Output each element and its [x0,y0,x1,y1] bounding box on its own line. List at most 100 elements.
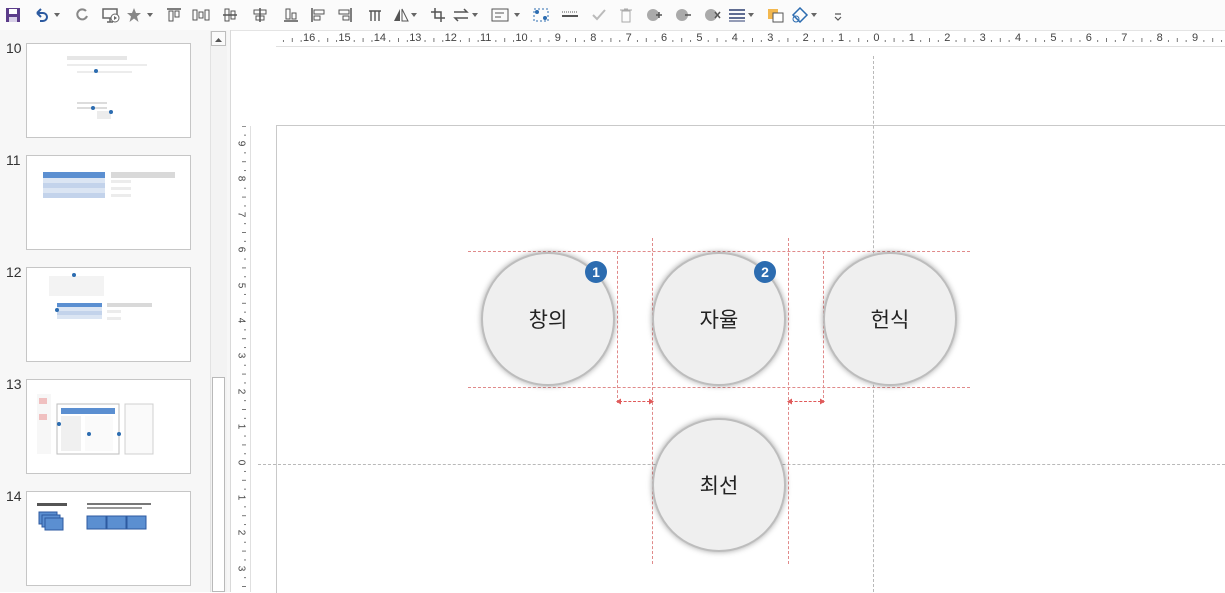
redo-icon[interactable] [72,5,92,25]
circle-shape[interactable]: 헌식 [823,252,957,386]
ruler-label: 11 [480,32,492,44]
check-icon[interactable] [589,5,609,25]
line-icon[interactable] [560,5,580,25]
chevron-down-icon[interactable] [811,13,817,17]
ruler-label: 9 [554,32,561,44]
shape-subtract-icon[interactable] [674,5,694,25]
smart-guide [617,251,618,403]
ruler-label: 15 [338,32,351,44]
number-badge: 1 [585,261,607,283]
ruler-label: 4 [731,32,738,44]
align-center-icon[interactable] [250,5,270,25]
shape-add-icon[interactable] [645,5,665,25]
slide-number: 13 [6,376,22,392]
ruler-label: 3 [767,32,774,44]
ruler-label: 8 [1156,32,1163,44]
align-top-icon[interactable] [164,5,184,25]
circle-label: 자율 [699,308,739,332]
crop-icon[interactable] [428,5,448,25]
textbox-icon[interactable] [490,5,510,25]
chevron-down-icon[interactable] [514,13,520,17]
align-left-icon[interactable] [308,5,328,25]
ruler-label: 16 [303,32,316,44]
circle-label: 헌식 [870,308,910,332]
lines-icon[interactable] [727,5,747,25]
chevron-down-icon[interactable] [748,13,754,17]
shape-intersect-icon[interactable] [703,5,723,25]
ruler-label: 8 [235,176,247,182]
arrowhead-icon [616,398,654,405]
align-right-icon[interactable] [335,5,355,25]
slide-thumbnail-11[interactable] [26,155,191,250]
slide-thumbnail-14[interactable] [26,491,191,586]
ruler-label: 13 [409,32,422,44]
ruler-label: 8 [590,32,597,44]
slide-thumbnail-panel: 10 11 12 13 14 [0,30,231,592]
ruler-label: 7 [235,211,247,218]
horizontal-ruler: 16 15 14 13 12 11 10 9 8 7 6 5 4 3 2 1 0 1 2 3 4 5 6 7 8 9 [276,32,1225,47]
ruler-label: 5 [1050,32,1057,44]
number-badge: 2 [754,261,776,283]
ruler-label: 4 [235,317,247,324]
ruler-label: 9 [1192,32,1199,44]
swap-icon[interactable] [451,5,471,25]
save-icon[interactable] [3,5,23,25]
smart-guide-bottom [468,387,970,388]
chevron-down-icon[interactable] [54,13,60,17]
quick-access-toolbar [0,0,1225,31]
distribute-icon[interactable] [191,5,211,25]
circle-label: 창의 [528,308,568,332]
ruler-label: 9 [235,140,247,147]
ruler-label: 3 [979,32,986,44]
ruler-label: 1 [908,32,915,44]
slideshow-icon[interactable] [101,5,121,25]
align-bottom-icon[interactable] [281,5,301,25]
ruler-label: 5 [235,282,247,288]
ruler-label: 1 [235,494,247,501]
flip-icon[interactable] [365,5,385,25]
vertical-ruler: 9 8 7 6 5 4 3 2 1 0 1 2 3 [235,126,251,592]
slide-thumbnail-13[interactable] [26,379,191,474]
ruler-label: 10 [515,32,528,44]
rotate-icon[interactable] [391,5,411,25]
ruler-label: 3 [235,353,247,359]
slide-thumbnail-10[interactable] [26,43,191,138]
slide-thumbnail-12[interactable] [26,267,191,362]
chevron-down-icon[interactable] [411,13,417,17]
ruler-label: 2 [235,530,247,536]
circle-label: 최선 [699,474,739,498]
chevron-down-icon[interactable] [147,13,153,17]
ruler-label: 4 [1015,32,1022,44]
fill-icon[interactable] [766,5,786,25]
slide-number: 11 [6,152,21,168]
slide-number: 12 [6,264,22,280]
ruler-label: 1 [838,32,845,44]
circle-shape[interactable]: 최선 [652,418,786,552]
ruler-label: 6 [235,246,247,253]
slide-number: 10 [6,40,22,56]
slide-number: 14 [6,488,22,504]
ruler-label: 0 [873,32,880,44]
ruler-label: 0 [235,459,247,465]
panel-scrollbar[interactable] [210,31,227,592]
ruler-label: 2 [802,32,809,44]
ruler-label: 7 [1121,32,1128,44]
star-icon[interactable] [124,5,144,25]
ruler-label: 7 [625,32,632,44]
arrowhead-icon [787,398,825,405]
ruler-label: 2 [235,388,247,395]
chevron-down-icon[interactable] [472,13,478,17]
align-middle-icon[interactable] [220,5,240,25]
select-icon[interactable] [531,5,551,25]
ruler-label: 2 [944,32,951,44]
undo-icon[interactable] [31,5,51,25]
ruler-label: 6 [1085,32,1092,44]
scroll-thumb[interactable] [212,377,225,592]
ruler-label: 12 [444,32,457,44]
more-icon[interactable] [828,5,848,25]
ruler-label: 5 [696,32,703,44]
scroll-up-button[interactable] [211,31,226,46]
delete-icon[interactable] [616,5,636,25]
ruler-label: 6 [661,32,668,44]
effects-icon[interactable] [790,5,810,25]
